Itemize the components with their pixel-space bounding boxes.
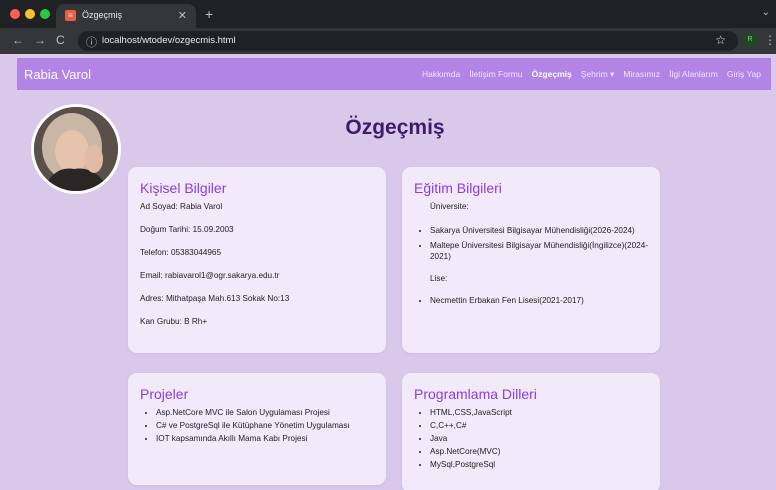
- university-label: Üniversite:: [430, 202, 469, 211]
- browser-tab[interactable]: ≡ Özgeçmiş ✕: [56, 4, 196, 28]
- maximize-window-button[interactable]: [40, 9, 50, 19]
- nav-link[interactable]: Şehrim ▾: [581, 69, 615, 80]
- personal-info-line: Kan Grubu: B Rh+: [140, 317, 208, 326]
- page-title: Özgeçmiş: [345, 116, 445, 139]
- personal-info-line: Telefon: 05383044965: [140, 248, 222, 257]
- nav-links: Hakkımda İletişim Formu Özgeçmiş Şehrim ▾ Mi…: [422, 69, 761, 80]
- personal-info-line: Ad Soyad: Rabia Varol: [140, 202, 223, 211]
- nav-link[interactable]: Özgeçmiş: [532, 69, 572, 80]
- nav-link[interactable]: Hakkımda: [422, 69, 460, 80]
- browser-tab-bar: ≡ Özgeçmiş ✕ + ⌄: [0, 0, 776, 28]
- new-tab-icon[interactable]: +: [205, 6, 213, 22]
- languages-card: Programlama Dilleri HTML,CSS,JavaScript C…: [402, 373, 660, 490]
- personal-info-line: Email: rabiavarol1@ogr.sakarya.edu.tr: [140, 271, 280, 280]
- card-title: Projeler: [140, 386, 189, 402]
- education-card: Eğitim Bilgileri Üniversite: Sakarya Üni…: [402, 167, 660, 353]
- list-item: MySql,PostgreSql: [430, 459, 648, 470]
- projects-card: Projeler Asp.NetCore MVC ile Salon Uygul…: [128, 373, 386, 485]
- list-item: Maltepe Üniversitesi Bilgisayar Mühendis…: [430, 240, 648, 262]
- personal-info-card: Kişisel Bilgiler Ad Soyad: Rabia Varol Do…: [128, 167, 386, 353]
- list-item: HTML,CSS,JavaScript: [430, 407, 648, 418]
- forward-icon[interactable]: →: [34, 33, 46, 47]
- favicon-icon: ≡: [65, 10, 76, 21]
- personal-info-line: Adres: Mithatpaşa Mah.613 Sokak No:13: [140, 294, 290, 303]
- list-item: Java: [430, 433, 648, 444]
- languages-list: HTML,CSS,JavaScript C,C++,C# Java Asp.NetCo…: [414, 407, 648, 470]
- browser-toolbar: ← → C ⓘ localhost/wtodev/ozgecmis.html ☆: [0, 28, 776, 54]
- close-window-button[interactable]: [10, 9, 20, 19]
- nav-link[interactable]: Mirasımız: [623, 69, 660, 80]
- list-item: Asp.NetCore(MVC): [430, 446, 648, 457]
- nav-link[interactable]: İletişim Formu: [469, 69, 522, 80]
- profile-avatar-icon[interactable]: R: [743, 33, 757, 47]
- reload-icon[interactable]: C: [56, 33, 65, 47]
- back-icon[interactable]: ←: [12, 33, 24, 47]
- address-bar[interactable]: ⓘ localhost/wtodev/ozgecmis.html ☆: [78, 31, 738, 51]
- highschool-label: Lise:: [430, 274, 448, 283]
- card-title: Kişisel Bilgiler: [140, 180, 227, 196]
- minimize-window-button[interactable]: [25, 9, 35, 19]
- site-info-icon[interactable]: ⓘ: [86, 34, 97, 50]
- site-navbar: Rabia Varol Hakkımda İletişim Formu Özgeçm…: [17, 58, 771, 90]
- list-item: Asp.NetCore MVC ile Salon Uygulaması Pro…: [156, 407, 374, 418]
- site-brand[interactable]: Rabia Varol: [24, 67, 91, 82]
- bookmark-star-icon[interactable]: ☆: [715, 33, 726, 47]
- list-item: Sakarya Üniversitesi Bilgisayar Mühendis…: [430, 225, 648, 236]
- url-text[interactable]: localhost/wtodev/ozgecmis.html: [102, 35, 236, 46]
- personal-info-line: Doğum Tarihi: 15.09.2003: [140, 225, 234, 234]
- list-item: Necmettin Erbakan Fen Lisesi(2021-2017): [430, 295, 648, 306]
- browser-menu-icon[interactable]: ⋮: [764, 33, 776, 47]
- profile-photo: [31, 104, 121, 194]
- nav-link[interactable]: İlgi Alanlarım: [669, 69, 718, 80]
- list-item: C,C++,C#: [430, 420, 648, 431]
- highschool-list: Necmettin Erbakan Fen Lisesi(2021-2017): [414, 295, 648, 306]
- nav-link[interactable]: Giriş Yap: [727, 69, 761, 80]
- list-item: IOT kapsamında Akıllı Mama Kabı Projesi: [156, 433, 374, 444]
- card-title: Programlama Dilleri: [414, 386, 537, 402]
- close-tab-icon[interactable]: ✕: [178, 9, 187, 22]
- tab-title: Özgeçmiş: [82, 10, 123, 20]
- university-list: Sakarya Üniversitesi Bilgisayar Mühendis…: [414, 225, 648, 262]
- tab-search-icon[interactable]: ⌄: [762, 7, 770, 18]
- list-item: C# ve PostgreSql ile Kütüphane Yönetim U…: [156, 420, 374, 431]
- card-title: Eğitim Bilgileri: [414, 180, 502, 196]
- projects-list: Asp.NetCore MVC ile Salon Uygulaması Pro…: [140, 407, 374, 444]
